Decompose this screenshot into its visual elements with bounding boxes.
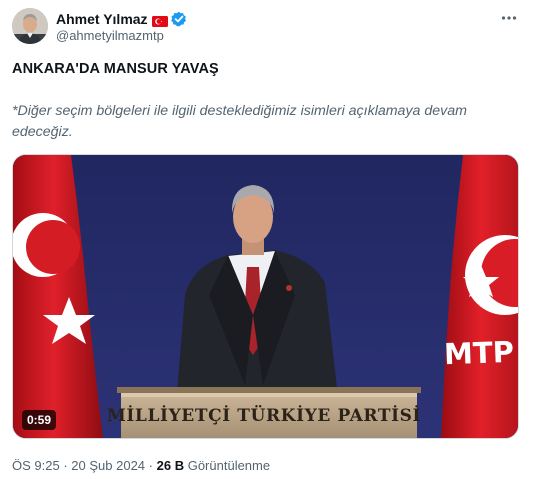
tweet-quote: *Diğer seçim bölgeleri ile ilgili destek… <box>12 103 467 140</box>
author-handle[interactable]: @ahmetyilmazmtp <box>56 28 164 43</box>
meta-separator: · <box>148 458 153 473</box>
video-duration: 0:59 <box>22 410 57 430</box>
views-count[interactable]: 26 B <box>157 458 184 473</box>
more-options-icon[interactable] <box>499 8 519 28</box>
verified-badge-icon[interactable] <box>170 11 187 27</box>
podium-sign: MİLLİYETÇİ TÜRKİYE PARTİSİ <box>106 406 422 426</box>
video-player[interactable] <box>12 154 519 439</box>
tweet-meta: ÖS 9:25 · 20 Şub 2024 · 26 B Görüntülenm… <box>12 458 270 473</box>
views-label[interactable]: Görüntülenme <box>188 458 270 473</box>
author-name-row[interactable]: Ahmet Yılmaz <box>56 10 187 28</box>
meta-separator: · <box>63 458 68 473</box>
video-frame <box>13 155 518 438</box>
tweet-time[interactable]: ÖS 9:25 <box>12 458 60 473</box>
display-name[interactable]: Ahmet Yılmaz <box>56 11 148 27</box>
tweet-date[interactable]: 20 Şub 2024 <box>71 458 145 473</box>
flag-text: MTP <box>443 334 515 372</box>
tweet-headline: ANKARA'DA MANSUR YAVAŞ <box>12 61 219 77</box>
avatar[interactable] <box>12 8 48 44</box>
turkey-flag-icon <box>151 14 168 27</box>
tweet: Ahmet Yılmaz @ahmetyilmazmtp ANKARA'DA M… <box>0 0 537 479</box>
